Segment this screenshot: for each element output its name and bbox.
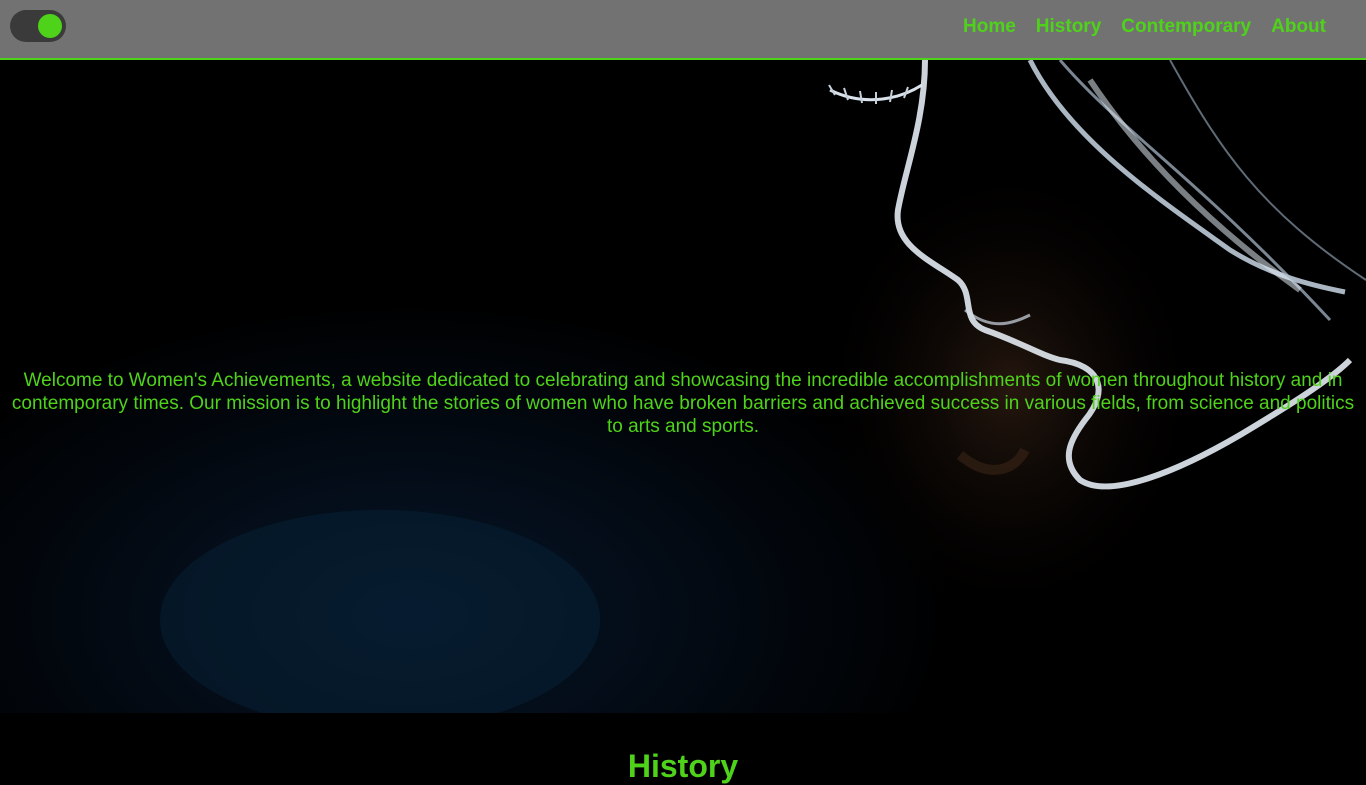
- section-heading-history: History: [627, 748, 739, 784]
- toggle-knob: [38, 14, 62, 38]
- site-header: Home History Contemporary About: [0, 0, 1366, 60]
- hero-banner: Welcome to Women's Achievements, a websi…: [0, 60, 1366, 713]
- nav-link-home[interactable]: Home: [963, 16, 1016, 38]
- theme-toggle[interactable]: [10, 10, 66, 42]
- nav-link-history[interactable]: History: [1036, 16, 1101, 38]
- hero-intro-text: Welcome to Women's Achievements, a websi…: [11, 370, 1355, 437]
- main-nav: Home History Contemporary About: [963, 0, 1326, 54]
- nav-link-about[interactable]: About: [1271, 16, 1326, 38]
- nav-link-contemporary[interactable]: Contemporary: [1121, 16, 1251, 38]
